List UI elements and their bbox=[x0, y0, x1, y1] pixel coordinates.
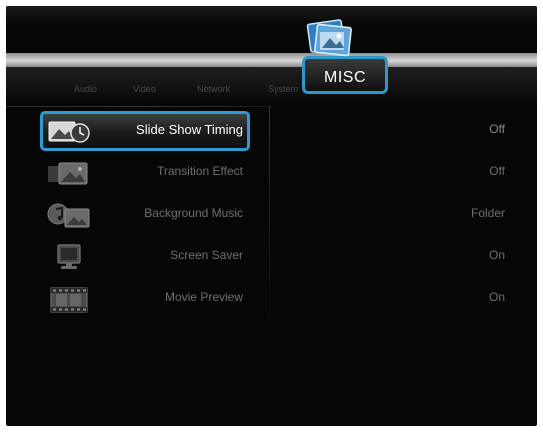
setting-label: Movie Preview bbox=[164, 290, 243, 304]
settings-screen: Audio Video Network System MISC Slide Sh… bbox=[6, 6, 537, 426]
photo-stack-icon bbox=[306, 19, 352, 57]
tab-network[interactable]: Network bbox=[197, 84, 230, 94]
setting-row-slide-show-timing[interactable]: Slide Show Timing Off bbox=[6, 110, 537, 152]
tab-misc-label: MISC bbox=[324, 69, 366, 86]
setting-value: On bbox=[488, 248, 505, 262]
setting-value: Off bbox=[489, 122, 505, 136]
setting-label: Slide Show Timing bbox=[136, 122, 243, 137]
slideshow-timer-icon bbox=[48, 121, 90, 143]
setting-value: Off bbox=[489, 164, 505, 178]
setting-row-transition-effect[interactable]: Transition Effect Off bbox=[6, 152, 537, 194]
monitor-icon bbox=[57, 244, 81, 269]
transition-image-icon bbox=[48, 162, 88, 185]
setting-label: Background Music bbox=[144, 206, 243, 220]
setting-row-background-music[interactable]: Background Music Folder bbox=[6, 194, 537, 236]
film-strip-icon bbox=[50, 287, 88, 313]
setting-value: On bbox=[488, 290, 505, 304]
setting-row-movie-preview[interactable]: Movie Preview On bbox=[6, 278, 537, 320]
setting-label: Screen Saver bbox=[170, 248, 243, 262]
menu-bar bbox=[6, 53, 537, 67]
tab-audio[interactable]: Audio bbox=[74, 84, 97, 94]
setting-value: Folder bbox=[470, 206, 505, 220]
top-glow bbox=[6, 6, 537, 26]
setting-row-screen-saver[interactable]: Screen Saver On bbox=[6, 236, 537, 278]
tab-system[interactable]: System bbox=[268, 84, 298, 94]
music-image-icon bbox=[47, 203, 90, 228]
setting-label: Transition Effect bbox=[156, 164, 243, 178]
panel-divider bbox=[6, 106, 271, 107]
tab-video[interactable]: Video bbox=[133, 84, 156, 94]
